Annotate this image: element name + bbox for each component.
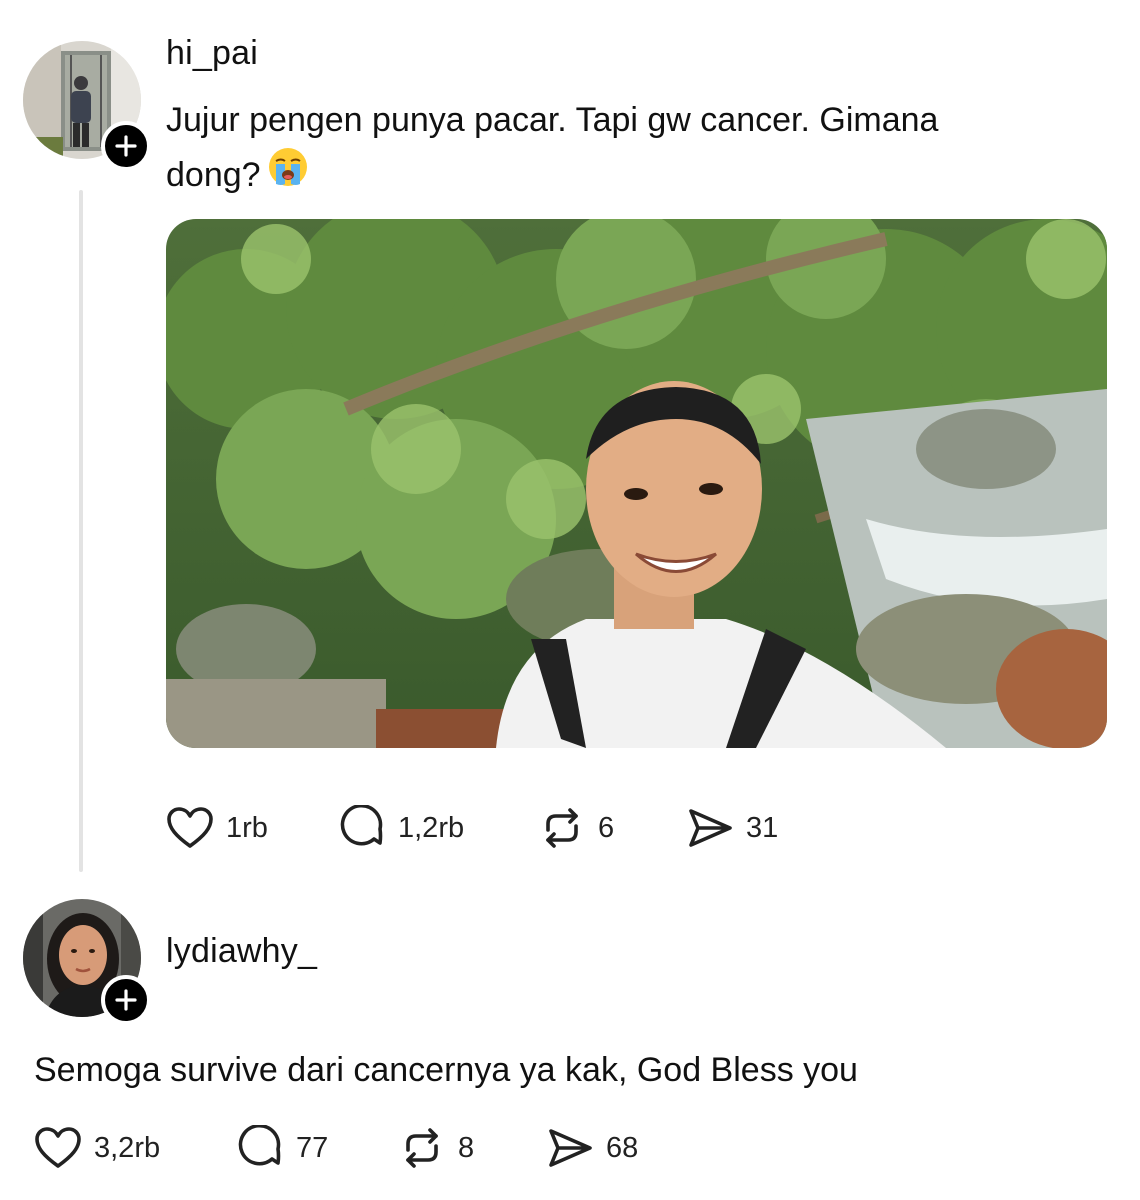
- share-count: 31: [746, 811, 779, 844]
- reply-like-count: 3,2rb: [94, 1131, 161, 1164]
- follow-button-lydiawhy[interactable]: [101, 975, 151, 1025]
- send-paper-plane-icon: [689, 809, 732, 847]
- comment-bubble-icon: [238, 1125, 281, 1166]
- like-button[interactable]: 1rb: [166, 806, 340, 850]
- loudly-crying-face-icon: [267, 146, 309, 203]
- reply-reply-button[interactable]: 77: [238, 1125, 398, 1171]
- reply-share-button[interactable]: 68: [546, 1126, 638, 1170]
- send-paper-plane-icon: [549, 1129, 592, 1167]
- reply-repost-count: 8: [458, 1131, 475, 1164]
- plus-icon: [115, 135, 137, 157]
- heart-icon: [167, 807, 213, 848]
- post-username[interactable]: hi_pai: [166, 34, 258, 73]
- reply-action-bar: 3,2rb 77 8 68: [34, 1123, 638, 1173]
- follow-button-hi-pai[interactable]: [101, 121, 151, 171]
- repost-arrows-icon: [546, 808, 578, 848]
- repost-arrows-icon: [406, 1128, 438, 1168]
- reply-repost-button[interactable]: 8: [398, 1126, 546, 1170]
- repost-count: 6: [598, 811, 615, 844]
- reply-share-count: 68: [606, 1131, 639, 1164]
- post-text-line-2: dong?: [166, 155, 261, 194]
- reply-button[interactable]: 1,2rb: [340, 805, 538, 851]
- share-button[interactable]: 31: [686, 806, 778, 850]
- reply-count: 1,2rb: [398, 811, 465, 844]
- reply-text: Semoga survive dari cancernya ya kak, Go…: [34, 1051, 858, 1089]
- post-image[interactable]: [166, 219, 1107, 748]
- post-text-line-1: Jujur pengen punya pacar. Tapi gw cancer…: [166, 101, 939, 139]
- plus-icon: [115, 989, 137, 1011]
- reply-username[interactable]: lydiawhy_: [166, 932, 317, 971]
- thread-connector-line: [79, 190, 83, 872]
- post-text-line-2-wrap: dong?: [166, 146, 1096, 203]
- comment-bubble-icon: [340, 805, 383, 846]
- like-count: 1rb: [226, 811, 268, 844]
- repost-button[interactable]: 6: [538, 806, 686, 850]
- post-action-bar: 1rb 1,2rb 6 31: [166, 803, 778, 853]
- heart-icon: [35, 1127, 81, 1168]
- reply-reply-count: 77: [296, 1131, 329, 1164]
- reply-like-button[interactable]: 3,2rb: [34, 1126, 238, 1170]
- post-text: Jujur pengen punya pacar. Tapi gw cancer…: [166, 94, 1096, 203]
